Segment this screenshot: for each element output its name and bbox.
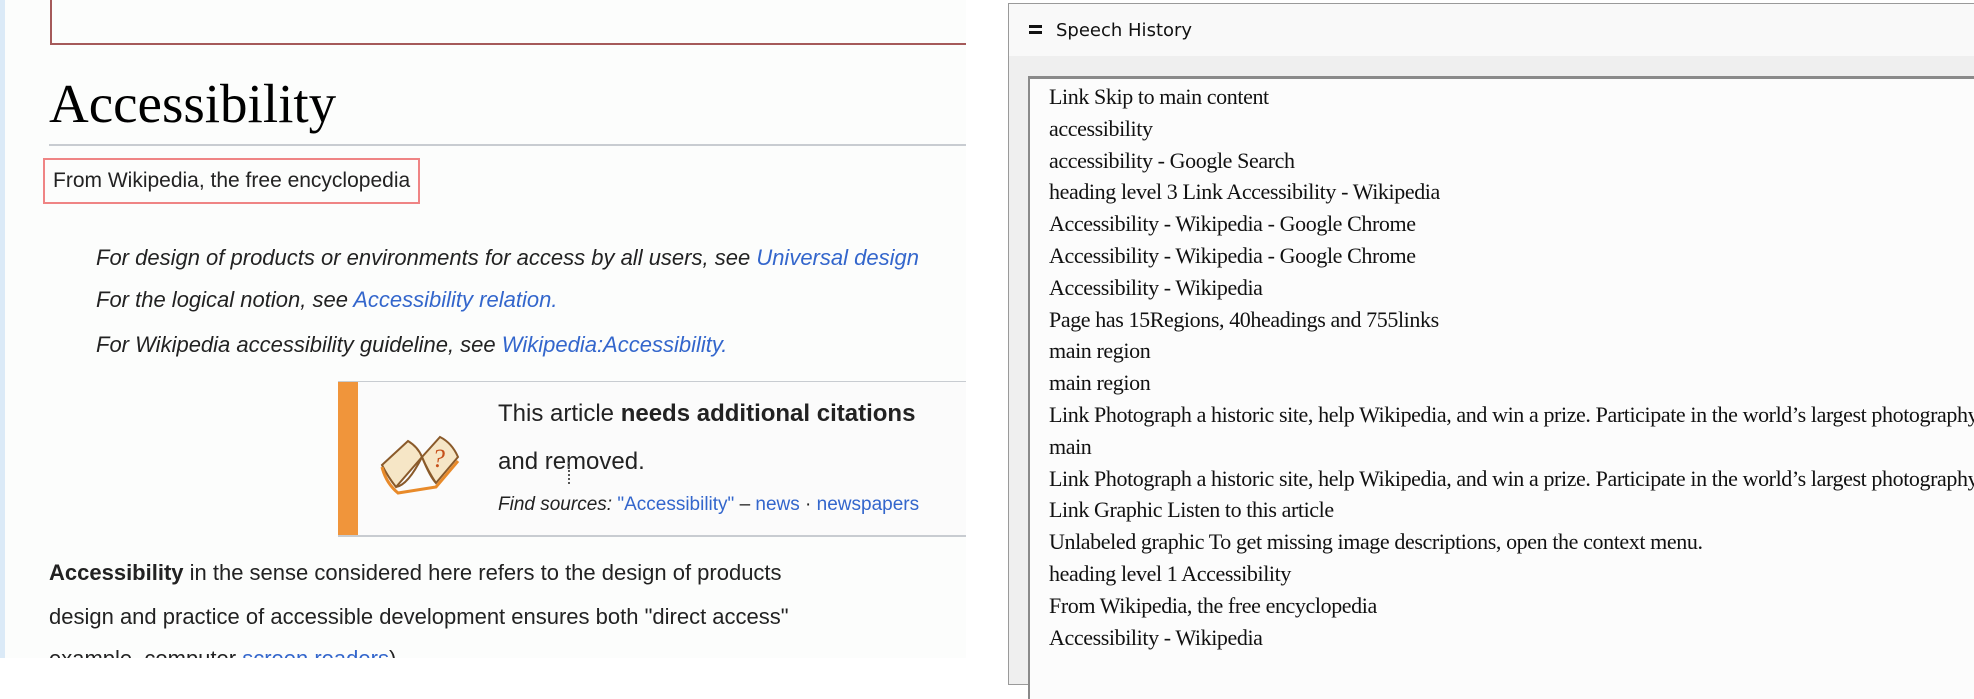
speech-history-item[interactable] — [1049, 653, 1974, 685]
page-title: Accessibility — [49, 73, 337, 134]
hatnote-link[interactable]: Universal design — [756, 245, 919, 270]
svg-text:?: ? — [432, 444, 445, 473]
tagline-focused: From Wikipedia, the free encyclopedia — [43, 158, 421, 204]
hatnote: For design of products or environments f… — [96, 245, 919, 270]
speech-history-item[interactable]: Accessibility - Wikipedia - Google Chrom… — [1049, 240, 1974, 272]
hatnote-period: . — [721, 332, 728, 357]
speech-history-item[interactable]: Page has 15Regions, 40headings and 755li… — [1049, 304, 1974, 336]
speech-history-item[interactable]: main region — [1049, 335, 1974, 367]
speech-history-item[interactable]: heading level 3 Link Accessibility - Wik… — [1049, 176, 1974, 208]
speech-history-item[interactable]: Accessibility - Wikipedia - Google Chrom… — [1049, 208, 1974, 240]
speech-history-item[interactable]: main — [1049, 431, 1974, 463]
article-paragraph: example, computer screen readers). — [49, 644, 402, 658]
text-cursor-icon — [568, 462, 573, 484]
hatnote: For the logical notion, see Accessibilit… — [96, 287, 558, 312]
screen-readers-link[interactable]: screen readers — [242, 646, 389, 658]
article-paragraph: Accessibility in the sense considered he… — [49, 560, 782, 585]
speech-history-item[interactable]: Accessibility - Wikipedia — [1049, 622, 1974, 654]
notice-text: This article needs additional citations — [498, 400, 916, 427]
speech-history-item[interactable]: Link Graphic Listen to this article — [1049, 494, 1974, 526]
window-edge — [0, 0, 5, 658]
speech-history-window: Speech History Link Skip to main content… — [1008, 3, 1974, 699]
window-title: Speech History — [1056, 20, 1193, 41]
find-sources: Find sources: "Accessibility" – news · n… — [498, 494, 920, 515]
wikipedia-article-pane: Accessibility From Wikipedia, the free e… — [0, 0, 966, 658]
speech-history-item[interactable]: Link Skip to main content — [1049, 81, 1974, 113]
speech-history-item[interactable]: heading level 1 Accessibility — [1049, 558, 1974, 590]
book-question-icon: ? — [380, 435, 460, 495]
find-sources-news-link[interactable]: news — [755, 494, 799, 515]
speech-history-item[interactable]: Link Photograph a historic site, help Wi… — [1049, 463, 1974, 495]
speech-history-item[interactable]: Accessibility - Wikipedia — [1049, 272, 1974, 304]
hatnote-period: . — [551, 287, 558, 312]
hatnote: For Wikipedia accessibility guideline, s… — [96, 332, 728, 357]
hatnote-link[interactable]: Accessibility relation — [353, 287, 551, 312]
focus-highlight-box — [50, 0, 966, 45]
speech-history-item[interactable]: Unlabeled graphic To get missing image d… — [1049, 526, 1974, 558]
find-sources-query-link[interactable]: "Accessibility" — [617, 494, 734, 515]
heading-divider — [49, 144, 966, 146]
hatnote-link[interactable]: Wikipedia:Accessibility — [502, 332, 721, 357]
article-paragraph: design and practice of accessible develo… — [49, 604, 789, 629]
speech-history-item[interactable]: Link Photograph a historic site, help Wi… — [1049, 399, 1974, 431]
speech-history-item[interactable]: From Wikipedia, the free encyclopedia — [1049, 590, 1974, 622]
citation-notice-box: ? This article needs additional citation… — [338, 381, 966, 537]
window-titlebar[interactable]: Speech History — [1009, 4, 1974, 56]
speech-history-list[interactable]: Link Skip to main content accessibility ac… — [1028, 76, 1974, 699]
speech-history-item[interactable]: main region — [1049, 367, 1974, 399]
find-sources-newspapers-link[interactable]: newspapers — [817, 494, 919, 515]
menu-icon[interactable] — [1029, 25, 1042, 35]
notice-stripe — [338, 382, 358, 535]
speech-history-item[interactable]: accessibility — [1049, 113, 1974, 145]
speech-history-item[interactable]: accessibility - Google Search — [1049, 145, 1974, 177]
